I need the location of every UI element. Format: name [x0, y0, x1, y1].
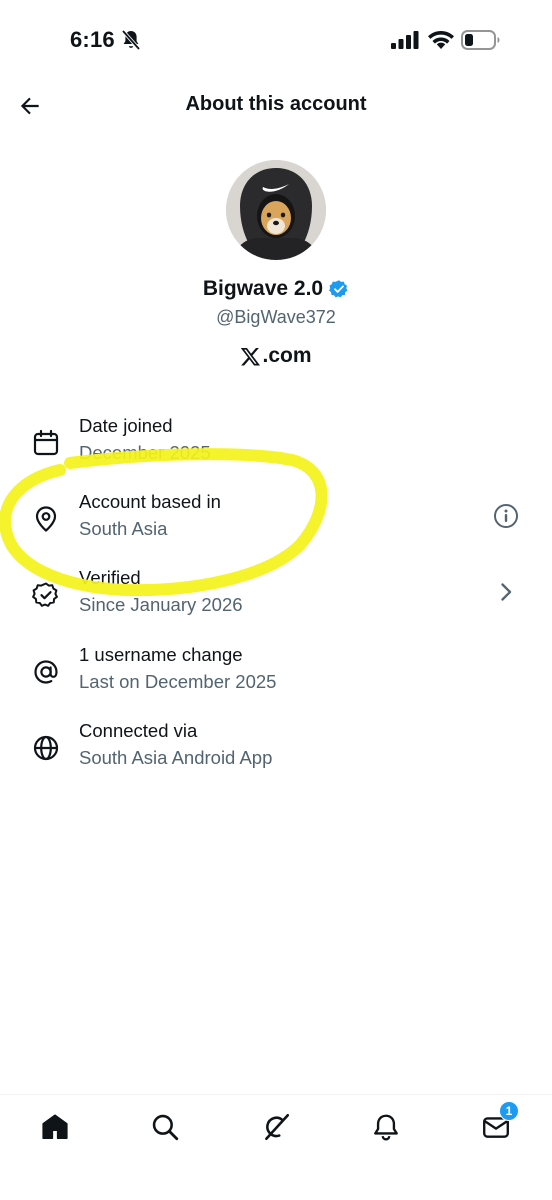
nav-home[interactable]	[37, 1109, 73, 1145]
avatar-image	[226, 160, 326, 260]
calendar-icon	[33, 429, 59, 456]
info-item-account-based-in: Account based in South Asia	[0, 491, 552, 551]
website-link[interactable]: .com	[0, 344, 552, 368]
info-value: South Asia	[79, 518, 168, 539]
website-text: .com	[262, 344, 312, 367]
status-bar: 6:16	[0, 0, 552, 80]
page-title: About this account	[185, 93, 367, 115]
name-row: Bigwave 2.0	[0, 277, 552, 301]
at-sign-icon	[34, 660, 58, 684]
info-button[interactable]	[492, 502, 520, 530]
chevron-right-icon	[501, 583, 512, 601]
info-label: 1 username change	[79, 644, 243, 665]
messages-badge: 1	[499, 1101, 519, 1121]
battery-icon	[461, 30, 500, 50]
nav-search[interactable]	[147, 1109, 183, 1145]
handle: @BigWave372	[216, 307, 336, 327]
verified-details-button[interactable]	[492, 578, 520, 606]
info-label: Date joined	[79, 415, 173, 436]
info-label: Verified	[79, 567, 141, 588]
header: About this account	[0, 80, 552, 132]
bottom-nav: 1	[0, 1094, 552, 1200]
verified-check-icon	[32, 582, 58, 607]
verified-badge-icon	[329, 280, 348, 298]
info-item-verified[interactable]: Verified Since January 2026	[0, 567, 552, 627]
avatar	[226, 160, 326, 260]
location-pin-icon	[35, 506, 57, 532]
grok-icon	[265, 1113, 290, 1141]
home-icon	[42, 1114, 68, 1140]
info-value: December 2025	[79, 442, 211, 463]
info-item-connected-via: Connected via South Asia Android App	[0, 720, 552, 780]
globe-icon	[33, 735, 59, 761]
status-time: 6:16	[70, 27, 115, 52]
wifi-icon	[428, 31, 454, 49]
info-label: Connected via	[79, 720, 198, 741]
search-icon	[152, 1114, 179, 1141]
cellular-signal-icon	[391, 31, 419, 49]
info-item-date-joined: Date joined December 2025	[0, 415, 552, 475]
info-value: Last on December 2025	[79, 671, 277, 692]
info-value: Since January 2026	[79, 594, 243, 615]
info-label: Account based in	[79, 491, 221, 512]
notifications-icon	[374, 1114, 398, 1141]
info-value: South Asia Android App	[79, 747, 273, 768]
info-item-username-change: 1 username change Last on December 2025	[0, 644, 552, 704]
nav-grok[interactable]	[258, 1109, 294, 1145]
x-logo-icon	[241, 347, 261, 366]
nav-notifications[interactable]	[368, 1109, 404, 1145]
bell-slash-icon	[121, 29, 141, 51]
display-name: Bigwave 2.0	[202, 277, 324, 300]
nav-messages[interactable]: 1	[478, 1101, 519, 1145]
info-circle-icon	[494, 504, 518, 528]
